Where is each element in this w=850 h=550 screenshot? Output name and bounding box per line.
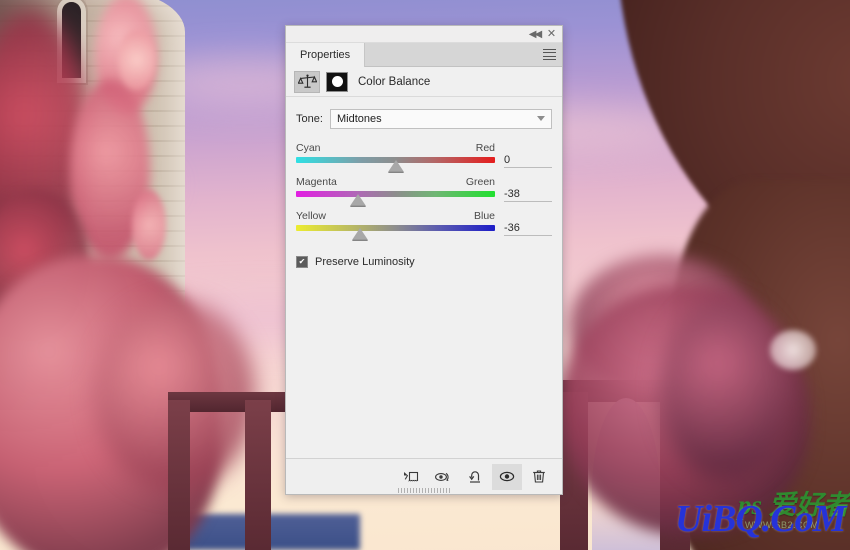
tone-label: Tone: (296, 113, 323, 125)
slider-group-magenta-green: Magenta Green -38 (296, 176, 552, 206)
slider-group-cyan-red: Cyan Red 0 (296, 142, 552, 172)
slider-track-cyan-red[interactable] (296, 157, 495, 172)
tab-properties[interactable]: Properties (286, 43, 366, 67)
color-balance-scale-icon[interactable] (294, 70, 320, 93)
slider-group-yellow-blue: Yellow Blue -36 (296, 210, 552, 240)
adjustment-title: Color Balance (358, 75, 431, 88)
blossom-cluster (118, 30, 156, 90)
slider-track-yellow-blue[interactable] (296, 225, 495, 240)
slider-value-cyan-red[interactable]: 0 (504, 154, 552, 168)
slider-label-magenta: Magenta (296, 176, 337, 188)
panel-tabstrip: Properties (286, 43, 562, 67)
slider-label-red: Red (475, 142, 495, 154)
slider-value-magenta-green[interactable]: -38 (504, 188, 552, 202)
blossom-cluster (132, 190, 166, 260)
tone-select-value: Midtones (337, 113, 382, 125)
preserve-luminosity-row[interactable]: ✔ Preserve Luminosity (296, 256, 552, 268)
tone-row: Tone: Midtones (296, 109, 552, 129)
panel-titlebar: ◀◀ ✕ (286, 26, 562, 43)
adjustment-header: Color Balance (286, 67, 562, 97)
bridge-pier (245, 400, 271, 550)
slider-value-yellow-blue[interactable]: -36 (504, 222, 552, 236)
panel-resize-grip[interactable] (398, 488, 450, 493)
delete-button[interactable] (524, 464, 554, 490)
slider-label-cyan: Cyan (296, 142, 321, 154)
tone-select[interactable]: Midtones (330, 109, 552, 129)
clip-to-layer-button[interactable] (396, 464, 426, 490)
properties-panel[interactable]: ◀◀ ✕ Properties Color Balance Tone: Midt… (285, 25, 563, 495)
toggle-visibility-button[interactable] (492, 463, 522, 490)
blossom-cluster (660, 300, 790, 480)
reset-button[interactable] (460, 464, 490, 490)
preserve-luminosity-label: Preserve Luminosity (315, 256, 415, 268)
slider-thumb-magenta-green[interactable] (349, 194, 366, 206)
slider-label-green: Green (465, 176, 495, 188)
slider-thumb-yellow-blue[interactable] (351, 228, 368, 240)
close-panel-button[interactable]: ✕ (544, 27, 559, 42)
collapse-panel-button[interactable]: ◀◀ (527, 27, 542, 42)
slider-track-magenta-green[interactable] (296, 191, 495, 206)
site-watermark: UiBQ.CoM (675, 498, 846, 540)
chevron-down-icon (537, 116, 545, 121)
bridge-pier (168, 400, 190, 550)
blossom-cluster (770, 330, 816, 370)
checkmark-icon: ✔ (297, 257, 307, 267)
preserve-luminosity-checkbox[interactable]: ✔ (296, 256, 308, 268)
layer-mask-thumbnail[interactable] (326, 71, 348, 92)
view-previous-state-button[interactable] (428, 464, 458, 490)
tab-properties-label: Properties (300, 49, 351, 61)
hamburger-menu-icon[interactable] (543, 49, 556, 60)
slider-thumb-cyan-red[interactable] (387, 160, 404, 172)
slider-label-blue: Blue (473, 210, 495, 222)
slider-label-yellow: Yellow (296, 210, 326, 222)
panel-body: Tone: Midtones Cyan Red 0 Magenta Green … (286, 97, 562, 458)
